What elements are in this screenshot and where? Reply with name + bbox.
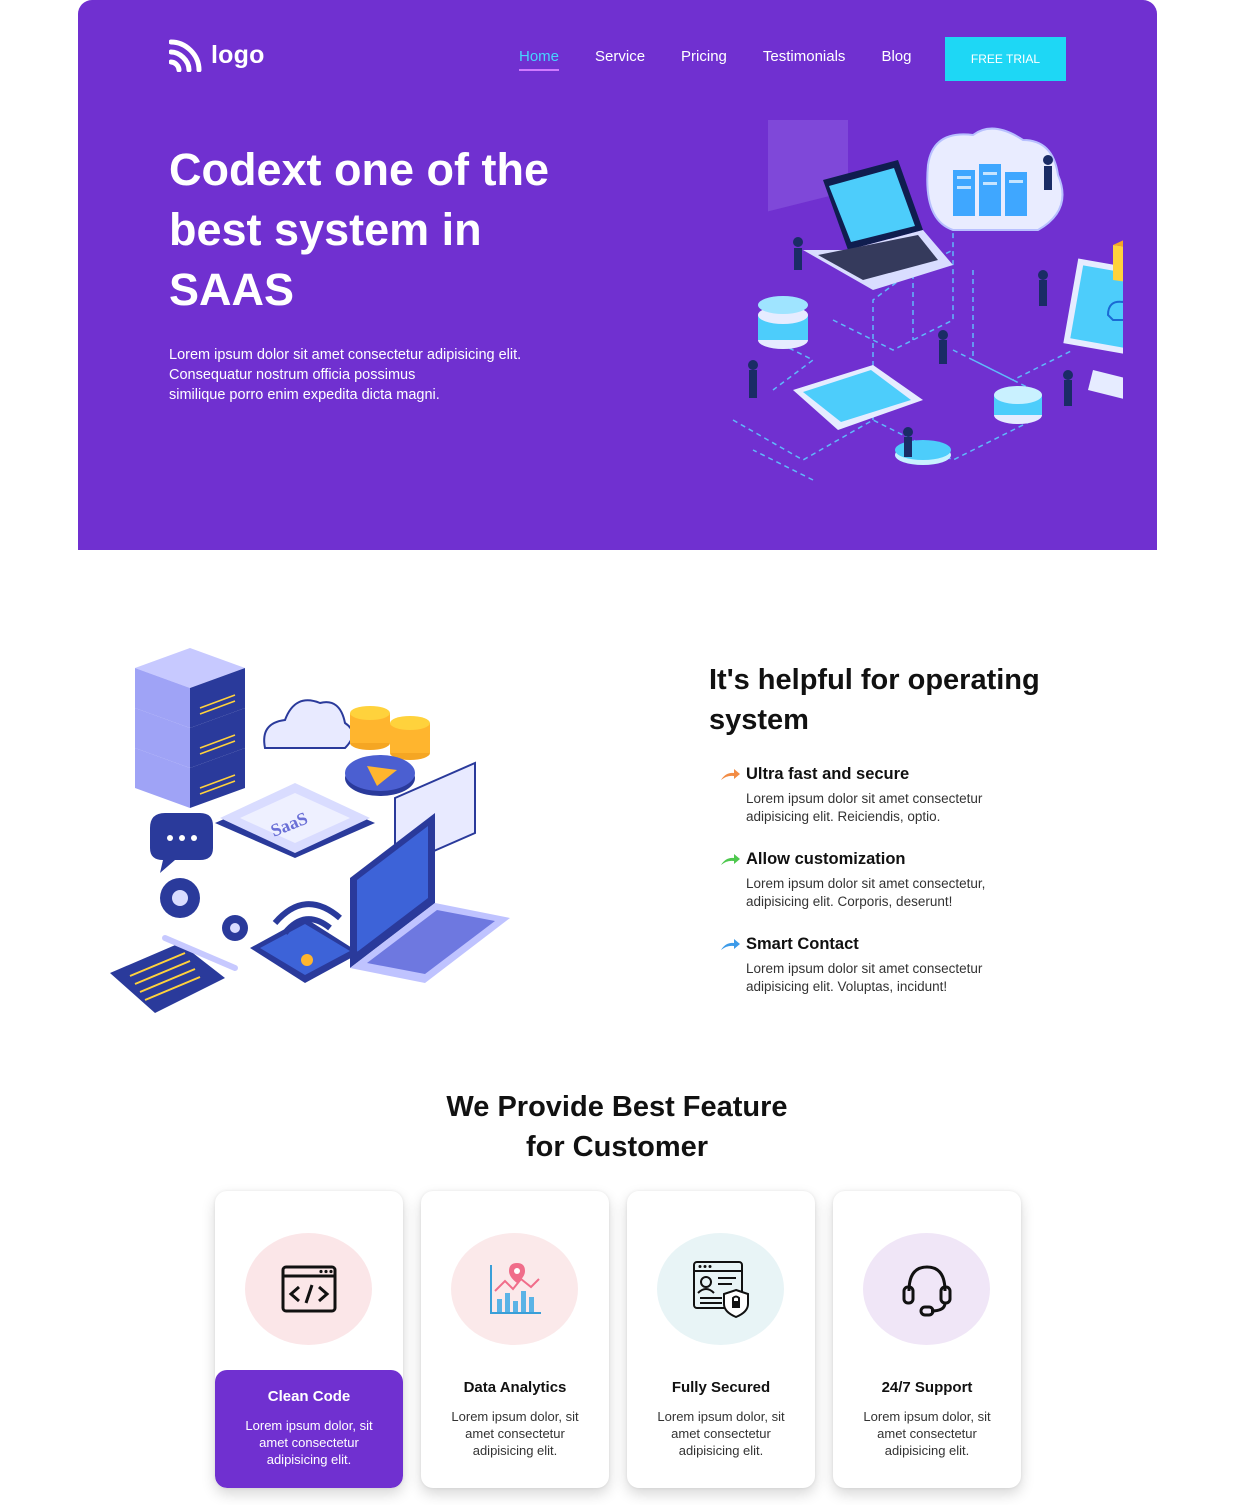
features-title-line: We Provide Best Feature [446,1091,788,1123]
secure-profile-icon [692,1261,749,1318]
icon-circle [657,1233,784,1345]
logo-text: logo [211,40,265,69]
logo-icon [169,39,202,72]
hero-description: Lorem ipsum dolor sit amet consectetur a… [169,345,569,405]
nav-blog[interactable]: Blog [881,48,911,69]
card-description: Lorem ipsum dolor, sit amet consectetur … [863,1409,991,1458]
saas-isometric-illustration: SaaS [110,648,510,1013]
code-window-icon [281,1265,336,1313]
hero-section: logo Home Service Pricing Testimonials B… [78,0,1157,550]
hero-description-line: similique porro enim expedita dicta magn… [169,387,440,403]
card-body: Data Analytics Lorem ipsum dolor, sit am… [421,1369,609,1488]
card-description: Lorem ipsum dolor, sit amet consectetur … [245,1418,373,1467]
list-item-title: Allow customization [746,850,906,868]
icon-circle [451,1233,578,1345]
hero-description-line: Lorem ipsum dolor sit amet consectetur a… [169,347,522,363]
list-item-header: Allow customization [720,850,1040,869]
arrow-icon [721,938,740,950]
hero-description-line: Consequatur nostrum officia possimus [169,367,416,383]
card-title: Clean Code [267,1388,351,1405]
features-title: We Provide Best Feature for Customer [367,1087,867,1167]
list-item-title: Ultra fast and secure [746,765,910,783]
list-item-title: Smart Contact [746,935,859,953]
list-item: Ultra fast and secure Lorem ipsum dolor … [720,765,1040,826]
icon-circle [245,1233,372,1345]
card-title: Data Analytics [463,1379,567,1396]
card-description: Lorem ipsum dolor, sit amet consectetur … [657,1409,785,1458]
nav-testimonials[interactable]: Testimonials [763,48,846,69]
free-trial-button[interactable]: FREE TRIAL [945,37,1066,81]
cloud-network-illustration [732,120,1123,481]
list-item: Allow customization Lorem ipsum dolor si… [720,850,1040,911]
hero-title: Codext one of the best system in SAAS [169,144,549,315]
feature-card-support[interactable]: 24/7 Support Lorem ipsum dolor, sit amet… [833,1191,1021,1488]
card-description: Lorem ipsum dolor, sit amet consectetur … [451,1409,579,1458]
list-item-description: Lorem ipsum dolor sit amet consectetur, … [746,876,986,909]
card-body: Clean Code Lorem ipsum dolor, sit amet c… [215,1370,403,1488]
feature-card-data-analytics[interactable]: Data Analytics Lorem ipsum dolor, sit am… [421,1191,609,1488]
feature-card-clean-code[interactable]: Clean Code Lorem ipsum dolor, sit amet c… [215,1191,403,1488]
card-body: 24/7 Support Lorem ipsum dolor, sit amet… [833,1369,1021,1488]
arrow-icon [721,768,740,780]
nav-home[interactable]: Home [519,48,560,71]
features-title-line: for Customer [525,1131,709,1163]
about-title: It's helpful for operating system [709,664,1040,736]
logo[interactable]: logo [169,38,265,72]
card-body: Fully Secured Lorem ipsum dolor, sit ame… [627,1369,815,1488]
about-feature-list: Ultra fast and secure Lorem ipsum dolor … [720,765,1040,1020]
list-item: Smart Contact Lorem ipsum dolor sit amet… [720,935,1040,996]
main-nav: Home Service Pricing Testimonials Blog [519,48,911,71]
analytics-chart-icon [489,1263,541,1314]
list-item-description: Lorem ipsum dolor sit amet consectetur a… [746,961,983,994]
feature-cards: Clean Code Lorem ipsum dolor, sit amet c… [215,1191,1021,1488]
nav-pricing[interactable]: Pricing [681,48,727,69]
list-item-description: Lorem ipsum dolor sit amet consectetur a… [746,791,983,824]
card-title: Fully Secured [671,1379,771,1396]
arrow-icon [721,853,740,865]
icon-circle [863,1233,990,1345]
card-title: 24/7 Support [881,1379,973,1396]
headset-icon [902,1265,951,1317]
nav-service[interactable]: Service [595,48,645,69]
list-item-header: Smart Contact [720,935,1040,954]
list-item-header: Ultra fast and secure [720,765,1040,784]
feature-card-fully-secured[interactable]: Fully Secured Lorem ipsum dolor, sit ame… [627,1191,815,1488]
